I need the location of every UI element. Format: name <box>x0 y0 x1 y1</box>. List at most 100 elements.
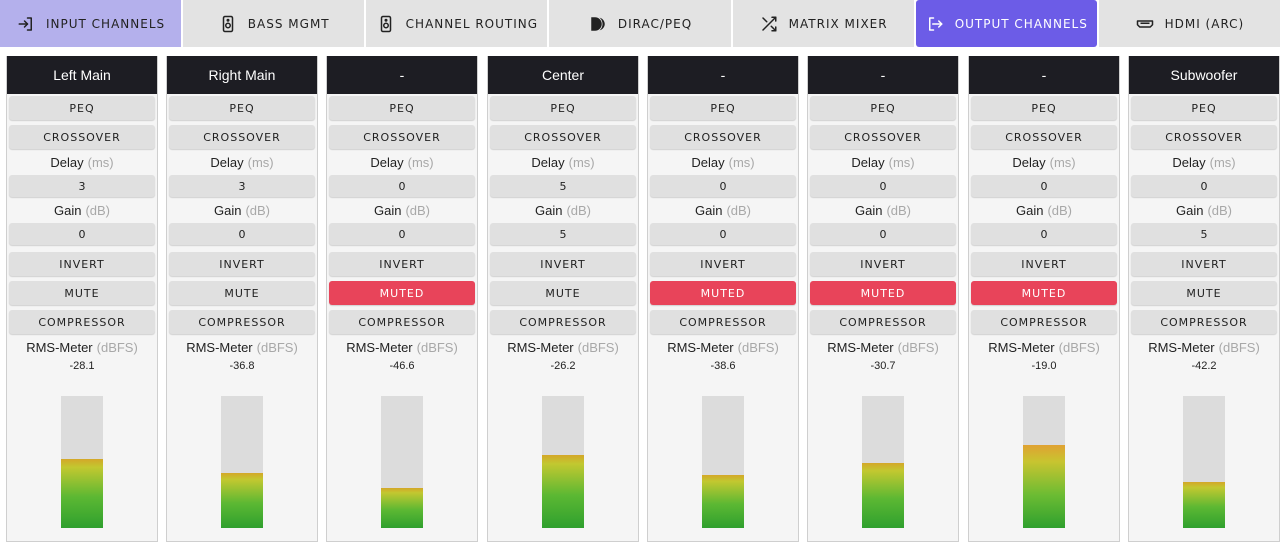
rms-meter-value: -26.2 <box>550 360 576 372</box>
rms-meter-fill <box>381 488 423 528</box>
rms-meter-label-text: RMS-Meter <box>26 339 93 355</box>
delay-label-text: Delay <box>210 154 244 170</box>
invert-button[interactable]: INVERT <box>490 252 636 276</box>
shuffle-icon <box>759 14 779 34</box>
mute-button[interactable]: MUTED <box>971 281 1117 305</box>
gain-label: Gain (dB) <box>969 197 1119 223</box>
delay-label-unit: (ms) <box>888 154 915 170</box>
mute-button[interactable]: MUTED <box>810 281 956 305</box>
gain-input[interactable]: 0 <box>9 223 155 245</box>
crossover-button[interactable]: CROSSOVER <box>810 125 956 149</box>
tab-channel-routing[interactable]: CHANNEL ROUTING <box>366 0 548 47</box>
channel-name: - <box>327 56 477 94</box>
invert-button[interactable]: INVERT <box>810 252 956 276</box>
compressor-button[interactable]: COMPRESSOR <box>490 310 636 334</box>
mute-button[interactable]: MUTE <box>490 281 636 305</box>
mute-button[interactable]: MUTED <box>650 281 796 305</box>
tab-label: HDMI (ARC) <box>1164 16 1245 31</box>
channel-name: Subwoofer <box>1129 56 1279 94</box>
peq-button[interactable]: PEQ <box>9 96 155 120</box>
rms-meter-value: -36.8 <box>229 360 255 372</box>
delay-input[interactable]: 0 <box>971 175 1117 197</box>
mute-button[interactable]: MUTE <box>169 281 315 305</box>
tab-label: BASS MGMT <box>247 16 330 31</box>
rms-meter-label: RMS-Meter (dBFS) <box>327 334 477 360</box>
delay-input[interactable]: 3 <box>169 175 315 197</box>
rms-meter-label-text: RMS-Meter <box>988 339 1055 355</box>
mute-button[interactable]: MUTE <box>1131 281 1277 305</box>
compressor-button[interactable]: COMPRESSOR <box>9 310 155 334</box>
delay-input[interactable]: 5 <box>490 175 636 197</box>
tab-output-channels[interactable]: OUTPUT CHANNELS <box>915 0 1097 47</box>
invert-button[interactable]: INVERT <box>971 252 1117 276</box>
crossover-button[interactable]: CROSSOVER <box>1131 125 1277 149</box>
compressor-button[interactable]: COMPRESSOR <box>810 310 956 334</box>
tab-hdmi-arc[interactable]: HDMI (ARC) <box>1098 0 1280 47</box>
rms-meter-value: -46.6 <box>389 360 415 372</box>
rms-meter-fill <box>542 455 584 528</box>
gain-input[interactable]: 5 <box>1131 223 1277 245</box>
rms-meter-bar <box>1183 396 1225 528</box>
tab-input-channels[interactable]: INPUT CHANNELS <box>0 0 182 47</box>
channel-name: Left Main <box>7 56 157 94</box>
gain-input[interactable]: 5 <box>490 223 636 245</box>
peq-button[interactable]: PEQ <box>1131 96 1277 120</box>
rms-meter-fill <box>221 472 263 528</box>
tab-matrix-mixer[interactable]: MATRIX MIXER <box>732 0 914 47</box>
channel-name: - <box>648 56 798 94</box>
compressor-button[interactable]: COMPRESSOR <box>971 310 1117 334</box>
peq-button[interactable]: PEQ <box>971 96 1117 120</box>
compressor-button[interactable]: COMPRESSOR <box>1131 310 1277 334</box>
gain-label-text: Gain <box>694 202 723 218</box>
rms-meter-label-unit: (dBFS) <box>737 339 779 355</box>
mute-button[interactable]: MUTED <box>329 281 475 305</box>
delay-label: Delay (ms) <box>167 149 317 175</box>
delay-label: Delay (ms) <box>969 149 1119 175</box>
channel-strip: Left Main PEQ CROSSOVER Delay (ms) 3 Gain (dB) 0… <box>6 56 158 542</box>
gain-input[interactable]: 0 <box>329 223 475 245</box>
invert-button[interactable]: INVERT <box>650 252 796 276</box>
crossover-button[interactable]: CROSSOVER <box>650 125 796 149</box>
rms-meter-fill <box>1023 444 1065 528</box>
invert-button[interactable]: INVERT <box>1131 252 1277 276</box>
crossover-button[interactable]: CROSSOVER <box>971 125 1117 149</box>
mute-button[interactable]: MUTE <box>9 281 155 305</box>
compressor-button[interactable]: COMPRESSOR <box>169 310 315 334</box>
delay-label-unit: (ms) <box>568 154 595 170</box>
invert-button[interactable]: INVERT <box>329 252 475 276</box>
tab-label: DIRAC/PEQ <box>617 16 693 31</box>
rms-meter-label: RMS-Meter (dBFS) <box>1129 334 1279 360</box>
delay-label-unit: (ms) <box>247 154 274 170</box>
gain-input[interactable]: 0 <box>650 223 796 245</box>
peq-button[interactable]: PEQ <box>650 96 796 120</box>
tab-bass-mgmt[interactable]: BASS MGMT <box>183 0 365 47</box>
compressor-button[interactable]: COMPRESSOR <box>329 310 475 334</box>
tab-dirac-peq[interactable]: DIRAC/PEQ <box>549 0 731 47</box>
invert-button[interactable]: INVERT <box>169 252 315 276</box>
delay-label: Delay (ms) <box>488 149 638 175</box>
delay-input[interactable]: 3 <box>9 175 155 197</box>
crossover-button[interactable]: CROSSOVER <box>329 125 475 149</box>
delay-input[interactable]: 0 <box>650 175 796 197</box>
gain-input[interactable]: 0 <box>971 223 1117 245</box>
crossover-button[interactable]: CROSSOVER <box>169 125 315 149</box>
crossover-button[interactable]: CROSSOVER <box>490 125 636 149</box>
peq-button[interactable]: PEQ <box>810 96 956 120</box>
rms-meter-label-unit: (dBFS) <box>416 339 458 355</box>
channel-name: Center <box>488 56 638 94</box>
peq-button[interactable]: PEQ <box>490 96 636 120</box>
delay-input[interactable]: 0 <box>329 175 475 197</box>
delay-input[interactable]: 0 <box>1131 175 1277 197</box>
compressor-button[interactable]: COMPRESSOR <box>650 310 796 334</box>
gain-input[interactable]: 0 <box>810 223 956 245</box>
peq-button[interactable]: PEQ <box>169 96 315 120</box>
delay-label-text: Delay <box>1172 154 1206 170</box>
channel-strip: Subwoofer PEQ CROSSOVER Delay (ms) 0 Gain (dB) 5… <box>1128 56 1280 542</box>
rms-meter-fill <box>1183 481 1225 528</box>
rms-meter-label-unit: (dBFS) <box>96 339 138 355</box>
gain-input[interactable]: 0 <box>169 223 315 245</box>
crossover-button[interactable]: CROSSOVER <box>9 125 155 149</box>
invert-button[interactable]: INVERT <box>9 252 155 276</box>
peq-button[interactable]: PEQ <box>329 96 475 120</box>
delay-input[interactable]: 0 <box>810 175 956 197</box>
